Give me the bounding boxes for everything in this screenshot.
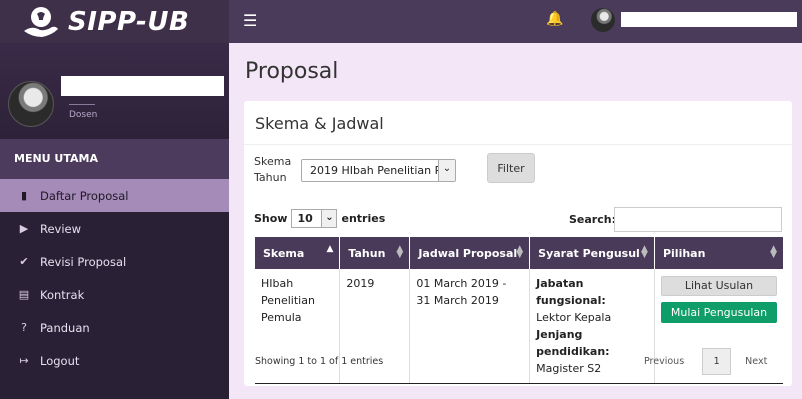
sidebar-item-label: Kontrak: [40, 287, 85, 302]
syarat-value: Magister S2: [536, 362, 602, 375]
skema-tahun-label: Skema Tahun: [254, 154, 291, 186]
search-label: Search:: [569, 213, 616, 226]
cell-syarat: Jabatan fungsional: Lektor Kepala Jenjan…: [529, 269, 655, 384]
length-select[interactable]: 10 ⌄: [291, 209, 338, 228]
brand[interactable]: SIPP-UB: [0, 0, 229, 43]
filter-button[interactable]: Filter: [487, 153, 535, 183]
column-header-skema[interactable]: Skema ▲: [255, 237, 341, 269]
sidebar-item-label: Daftar Proposal: [40, 188, 129, 203]
pagination: Previous 1 Next: [644, 348, 767, 375]
tahun-label: Tahun: [254, 171, 287, 184]
user-name-redacted[interactable]: [621, 12, 797, 27]
sidebar-item-daftar-proposal[interactable]: ▮ Daftar Proposal: [0, 179, 229, 212]
skema-select-value: 2019 HIbah Penelitian Pe: [310, 164, 448, 177]
sidebar-item-label: Review: [40, 221, 82, 236]
question-circle-icon: ?: [21, 321, 27, 334]
user-panel: Dosen: [0, 43, 229, 139]
entries-label: entries: [341, 212, 386, 225]
lightbulb-hand-icon: [24, 6, 58, 37]
book-icon: ▮: [20, 189, 28, 202]
sort-icon: ▲ ▼: [516, 244, 524, 260]
table-header-row: Skema ▲ Tahun ▲ ▼ Jadwal Proposal ▲ ▼ Syarat …: [255, 237, 783, 269]
divider: [69, 104, 95, 105]
show-entries: Show 10 ⌄ entries: [254, 209, 385, 228]
page-1-button[interactable]: 1: [702, 348, 732, 375]
column-header-pilihan[interactable]: Pilihan ▲ ▼: [654, 237, 783, 269]
menu-header: MENU UTAMA: [0, 139, 229, 179]
skema-select[interactable]: 2019 HIbah Penelitian Pe ⌄: [301, 159, 456, 182]
brand-name: SIPP-UB: [68, 6, 190, 37]
chevron-down-icon: ⌄: [438, 160, 455, 181]
skema-label: Skema: [254, 155, 292, 168]
sidebar-item-revisi-proposal[interactable]: ✔ Revisi Proposal: [0, 245, 229, 278]
skema-jadwal-panel: Skema & Jadwal Skema Tahun 2019 HIbah Pe…: [244, 101, 792, 386]
sort-icon: ▲ ▼: [770, 244, 777, 260]
panel-title: Skema & Jadwal: [255, 114, 384, 133]
column-header-tahun[interactable]: Tahun ▲ ▼: [339, 237, 411, 269]
bell-icon[interactable]: 🔔: [546, 11, 563, 27]
syarat-value: Lektor Kepala: [536, 311, 612, 324]
topbar: ☰ 🔔: [229, 0, 802, 43]
avatar[interactable]: [8, 81, 54, 127]
next-button[interactable]: Next: [745, 356, 767, 367]
sidebar-item-label: Panduan: [40, 320, 90, 335]
sort-icon: ▲ ▼: [641, 244, 648, 260]
sidebar-menu: ▮ Daftar Proposal ▶ Review ✔ Revisi Prop…: [0, 179, 229, 377]
sign-out-icon: ↦: [19, 354, 29, 367]
length-value: 10: [297, 212, 313, 225]
syarat-label: Jabatan fungsional:: [536, 277, 606, 307]
check-circle-icon: ✔: [19, 255, 29, 268]
column-header-jadwal[interactable]: Jadwal Proposal ▲ ▼: [409, 237, 531, 269]
hamburger-icon[interactable]: ☰: [243, 11, 257, 30]
sort-icon: ▲ ▼: [396, 244, 404, 260]
user-name-redacted: [61, 76, 224, 96]
user-role: Dosen: [69, 110, 98, 120]
previous-button[interactable]: Previous: [644, 356, 684, 367]
sidebar-item-label: Logout: [40, 353, 80, 368]
divider: [244, 144, 792, 145]
mulai-pengusulan-button[interactable]: Mulai Pengusulan: [660, 302, 777, 323]
file-icon: ▤: [18, 288, 30, 301]
sort-asc-icon: ▲: [326, 244, 334, 254]
column-header-syarat[interactable]: Syarat Pengusul ▲ ▼: [529, 237, 655, 269]
chevron-down-icon: ⌄: [321, 210, 337, 227]
sidebar-item-label: Revisi Proposal: [40, 254, 127, 269]
sidebar-item-kontrak[interactable]: ▤ Kontrak: [0, 278, 229, 311]
folder-open-icon: ▶: [19, 222, 29, 235]
sidebar: SIPP-UB Dosen MENU UTAMA ▮ Daftar Propos…: [0, 0, 229, 399]
show-label: Show: [254, 212, 288, 225]
cell-jadwal: 01 March 2019 - 31 March 2019: [409, 269, 531, 384]
table-info: Showing 1 to 1 of 1 entries: [255, 356, 384, 367]
sidebar-item-logout[interactable]: ↦ Logout: [0, 344, 229, 377]
syarat-label: Jenjang pendidikan:: [536, 328, 610, 358]
avatar[interactable]: [591, 8, 615, 32]
sidebar-item-review[interactable]: ▶ Review: [0, 212, 229, 245]
sidebar-item-panduan[interactable]: ? Panduan: [0, 311, 229, 344]
lihat-usulan-button[interactable]: Lihat Usulan: [660, 276, 777, 296]
search-input[interactable]: [614, 207, 782, 232]
page-title: Proposal: [245, 59, 339, 84]
